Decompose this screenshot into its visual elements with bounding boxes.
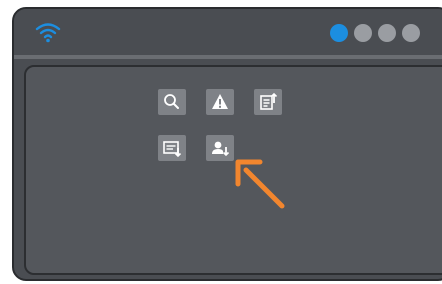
pointer-arrow-icon (235, 159, 285, 209)
warning-button[interactable] (206, 89, 234, 115)
import-list-button[interactable] (158, 135, 186, 161)
upload-list-icon (260, 92, 278, 110)
window-dot-3[interactable] (378, 24, 396, 42)
search-button[interactable] (158, 89, 186, 115)
window-dot-4[interactable] (402, 24, 420, 42)
list-download-icon (163, 141, 182, 158)
export-button[interactable] (254, 89, 282, 115)
title-bar-divider (14, 55, 442, 59)
search-icon (164, 94, 179, 109)
warning-icon (212, 94, 228, 109)
window-dot-2[interactable] (354, 24, 372, 42)
window-dot-1[interactable] (330, 24, 348, 42)
wifi-icon (35, 23, 61, 43)
app-window (12, 7, 442, 281)
title-bar (14, 9, 442, 55)
